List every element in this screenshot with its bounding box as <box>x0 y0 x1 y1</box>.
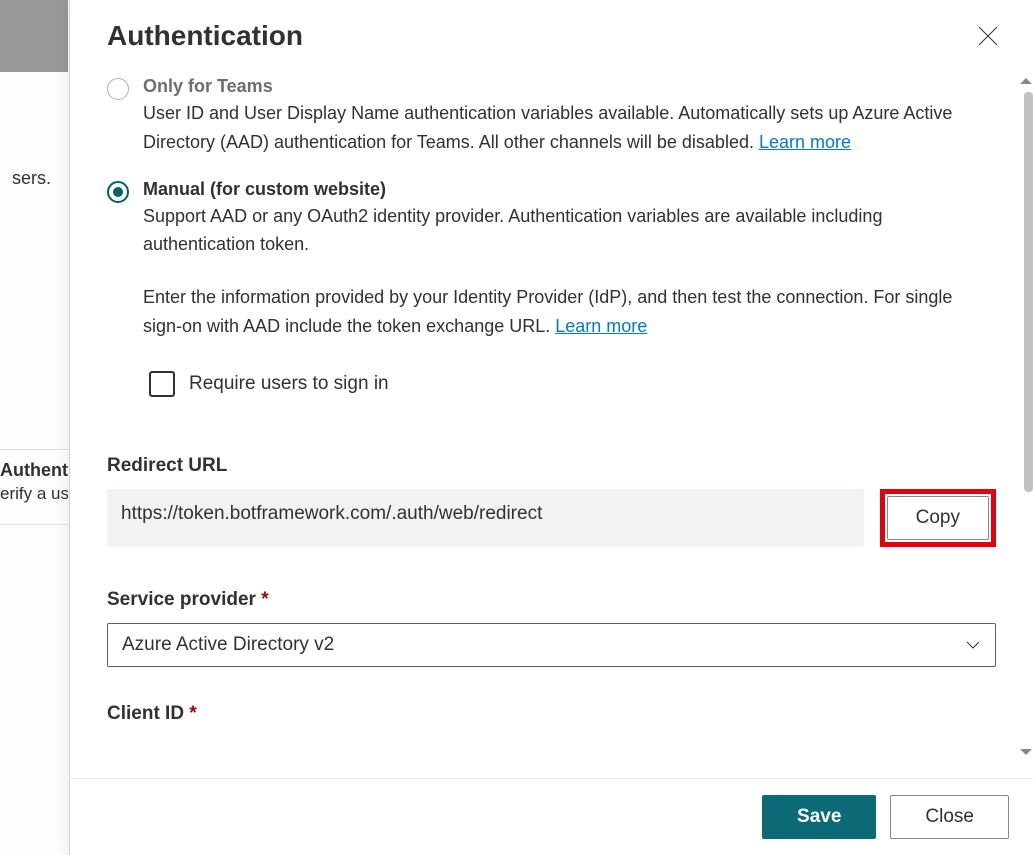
option-body: Manual (for custom website) Support AAD … <box>143 179 996 397</box>
redirect-url-label: Redirect URL <box>107 455 996 477</box>
service-provider-value: Azure Active Directory v2 <box>122 634 334 656</box>
require-signin-row: Require users to sign in <box>149 371 996 397</box>
option-desc-teams: User ID and User Display Name authentica… <box>143 99 996 157</box>
redirect-url-row: https://token.botframework.com/.auth/web… <box>107 489 996 547</box>
panel-body: Only for Teams User ID and User Display … <box>70 62 1033 778</box>
option-title-teams: Only for Teams <box>143 76 996 97</box>
panel-title: Authentication <box>107 20 303 52</box>
redirect-url-value[interactable]: https://token.botframework.com/.auth/web… <box>107 489 864 547</box>
client-id-label: Client ID * <box>107 703 996 725</box>
panel-header: Authentication <box>70 0 1033 62</box>
required-asterisk: * <box>261 589 268 610</box>
radio-manual[interactable] <box>107 181 129 203</box>
authentication-panel: Authentication Only for Teams User ID an… <box>69 0 1033 855</box>
service-provider-select[interactable]: Azure Active Directory v2 <box>107 623 996 667</box>
save-button[interactable]: Save <box>762 795 876 839</box>
option-title-manual: Manual (for custom website) <box>143 179 996 200</box>
learn-more-link-teams[interactable]: Learn more <box>759 132 851 152</box>
scroll-down-icon[interactable] <box>1020 749 1032 755</box>
close-icon[interactable] <box>977 25 999 47</box>
option-body: Only for Teams User ID and User Display … <box>143 76 996 157</box>
chevron-down-icon <box>965 637 981 653</box>
require-signin-label: Require users to sign in <box>189 373 389 395</box>
client-id-field: Client ID * <box>107 703 996 725</box>
scroll-up-icon[interactable] <box>1020 78 1032 84</box>
option-desc-manual: Support AAD or any OAuth2 identity provi… <box>143 202 996 260</box>
radio-teams[interactable] <box>107 78 129 100</box>
panel-footer: Save Close <box>70 778 1033 855</box>
background-section: Authentication erify a user's identity. <box>0 449 68 525</box>
background-auth-sub: erify a user's identity. <box>0 484 68 504</box>
service-provider-label: Service provider * <box>107 589 996 611</box>
option-only-for-teams[interactable]: Only for Teams User ID and User Display … <box>107 76 996 157</box>
close-button[interactable]: Close <box>890 795 1009 839</box>
copy-button[interactable]: Copy <box>887 496 989 540</box>
background-topbar <box>0 0 68 72</box>
scroll-thumb[interactable] <box>1024 92 1033 492</box>
option-instructions-text: Enter the information provided by your I… <box>143 287 952 336</box>
option-manual[interactable]: Manual (for custom website) Support AAD … <box>107 179 996 397</box>
background-text-fragment: sers. <box>12 168 51 189</box>
copy-button-wrap: Copy <box>880 489 996 547</box>
service-provider-label-text: Service provider <box>107 589 256 610</box>
client-id-label-text: Client ID <box>107 703 184 724</box>
redirect-url-field: Redirect URL https://token.botframework.… <box>107 455 996 547</box>
scrollbar[interactable] <box>1017 74 1033 759</box>
service-provider-field: Service provider * Azure Active Director… <box>107 589 996 667</box>
required-asterisk: * <box>189 703 196 724</box>
require-signin-checkbox[interactable] <box>149 371 175 397</box>
learn-more-link-manual[interactable]: Learn more <box>555 316 647 336</box>
option-instructions-manual: Enter the information provided by your I… <box>143 283 996 341</box>
background-auth-title: Authentication <box>0 460 68 481</box>
